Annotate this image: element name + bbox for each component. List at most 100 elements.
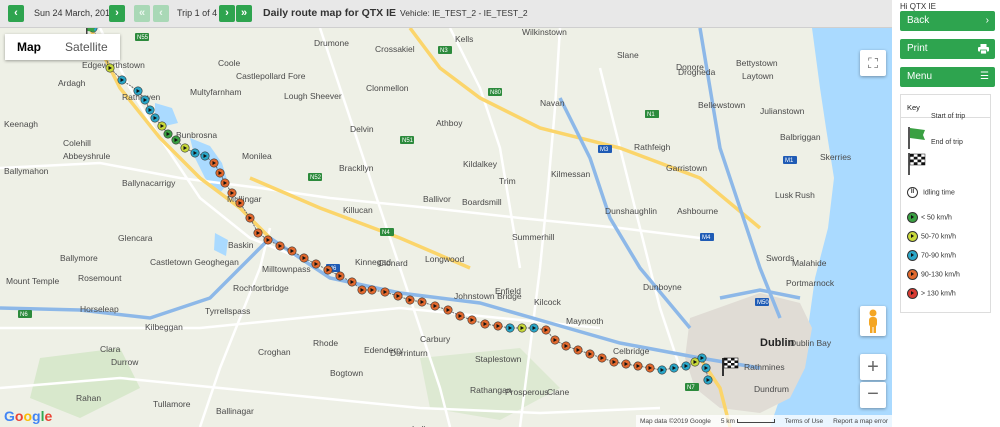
speed-marker[interactable] (443, 305, 453, 315)
speed-marker[interactable] (455, 311, 465, 321)
speed-marker[interactable] (245, 213, 255, 223)
speed-marker[interactable] (430, 301, 440, 311)
speed-marker[interactable] (171, 135, 181, 145)
place-label: Swords (766, 253, 794, 263)
speed-marker[interactable] (550, 335, 560, 345)
speed-marker[interactable] (117, 75, 127, 85)
page-title: Daily route map for QTX IE Vehicle: IE_TE… (263, 7, 528, 19)
speed-marker[interactable] (157, 121, 167, 131)
key-end-label: End of trip (930, 139, 963, 146)
route-map[interactable]: N55N3N51N2N52M3M1N1M6N6M4M50N7N80N4 Kell… (0, 28, 892, 427)
speed-marker[interactable] (701, 363, 711, 373)
speed-marker[interactable] (681, 361, 691, 371)
place-label: Ballinagar (216, 406, 254, 416)
speed-marker[interactable] (467, 315, 477, 325)
speed-marker[interactable] (140, 95, 150, 105)
speed-marker[interactable] (597, 353, 607, 363)
speed-marker[interactable] (150, 113, 160, 123)
speed-marker[interactable] (703, 375, 713, 385)
street-view-pegman-icon[interactable] (860, 306, 886, 336)
satellite-view-button[interactable]: Satellite (53, 34, 120, 60)
place-label: Slane (617, 50, 639, 60)
zoom-out-button[interactable]: − (860, 382, 886, 408)
speed-marker[interactable] (561, 341, 571, 351)
speed-marker[interactable] (163, 129, 173, 139)
pause-icon: II (907, 187, 918, 198)
place-label: Horseleap (80, 304, 119, 314)
road-shield: N1 (647, 112, 655, 118)
speed-marker[interactable] (180, 143, 190, 153)
fullscreen-icon[interactable]: ⛶ (860, 50, 886, 76)
map-view-button[interactable]: Map (5, 34, 53, 60)
speed-marker[interactable] (541, 325, 551, 335)
zoom-in-button[interactable]: + (860, 354, 886, 380)
speed-marker[interactable] (480, 319, 490, 329)
speed-marker[interactable] (669, 363, 679, 373)
speed-marker[interactable] (323, 265, 333, 275)
previous-day-button[interactable]: ‹ (8, 5, 24, 22)
speed-marker[interactable] (145, 105, 155, 115)
vehicle-label: Vehicle: IE_TEST_2 - IE_TEST_2 (400, 8, 528, 18)
sidebar: Hi QTX IE Back › Print Menu ☰ Key Start … (892, 0, 1000, 427)
place-label: Ballivor (423, 194, 451, 204)
speed-marker[interactable] (645, 363, 655, 373)
speed-marker[interactable] (621, 359, 631, 369)
speed-marker[interactable] (347, 277, 357, 287)
speed-marker[interactable] (253, 228, 263, 238)
first-trip-button[interactable]: « (134, 5, 150, 22)
place-label: Bettystown (736, 58, 778, 68)
speed-marker[interactable] (405, 295, 415, 305)
speed-marker[interactable] (335, 271, 345, 281)
menu-button[interactable]: Menu ☰ (900, 67, 995, 87)
speed-marker[interactable] (287, 246, 297, 256)
speed-marker[interactable] (393, 291, 403, 301)
last-trip-button[interactable]: » (236, 5, 252, 22)
speed-marker[interactable] (633, 361, 643, 371)
next-day-button[interactable]: › (109, 5, 125, 22)
map-canvas[interactable]: N55N3N51N2N52M3M1N1M6N6M4M50N7N80N4 Kell… (0, 28, 892, 427)
next-trip-button[interactable]: › (219, 5, 235, 22)
speed-marker[interactable] (585, 349, 595, 359)
speed-marker[interactable] (220, 178, 230, 188)
route-title: Daily route map for QTX IE (263, 7, 397, 19)
speed-marker[interactable] (209, 158, 219, 168)
speed-marker[interactable] (505, 323, 515, 333)
speed-marker[interactable] (697, 353, 707, 363)
speed-marker[interactable] (275, 241, 285, 251)
speed-marker[interactable] (105, 63, 115, 73)
place-label: Rathmines (744, 362, 785, 372)
speed-marker[interactable] (657, 365, 667, 375)
place-label: Longwood (425, 254, 465, 264)
google-logo: Google (4, 408, 53, 424)
report-error-link[interactable]: Report a map error (833, 418, 888, 425)
terms-link[interactable]: Terms of Use (785, 418, 823, 425)
place-label: Delvin (350, 124, 374, 134)
speed-marker[interactable] (357, 285, 367, 295)
speed-marker[interactable] (200, 151, 210, 161)
speed-marker[interactable] (215, 168, 225, 178)
previous-trip-button[interactable]: ‹ (153, 5, 169, 22)
place-label: Rahan (76, 393, 101, 403)
speed-marker[interactable] (573, 345, 583, 355)
speed-marker[interactable] (609, 357, 619, 367)
speed-marker[interactable] (380, 287, 390, 297)
speed-marker[interactable] (367, 285, 377, 295)
place-label: Clonmellon (366, 83, 409, 93)
speed-marker[interactable] (299, 253, 309, 263)
back-button-label: Back (907, 15, 930, 26)
back-button[interactable]: Back › (900, 11, 995, 31)
speed-marker[interactable] (311, 259, 321, 269)
speed-marker[interactable] (133, 86, 143, 96)
speed-marker[interactable] (227, 188, 237, 198)
place-label: Clara (100, 344, 121, 354)
speed-marker[interactable] (517, 323, 527, 333)
speed-marker[interactable] (190, 148, 200, 158)
speed-marker[interactable] (493, 321, 503, 331)
print-button[interactable]: Print (900, 39, 995, 59)
speed-marker[interactable] (235, 198, 245, 208)
speed-marker[interactable] (263, 235, 273, 245)
place-label: Portmarnock (786, 278, 835, 288)
speed-marker[interactable] (529, 323, 539, 333)
speed-marker[interactable] (417, 297, 427, 307)
place-label: Drumone (314, 38, 349, 48)
